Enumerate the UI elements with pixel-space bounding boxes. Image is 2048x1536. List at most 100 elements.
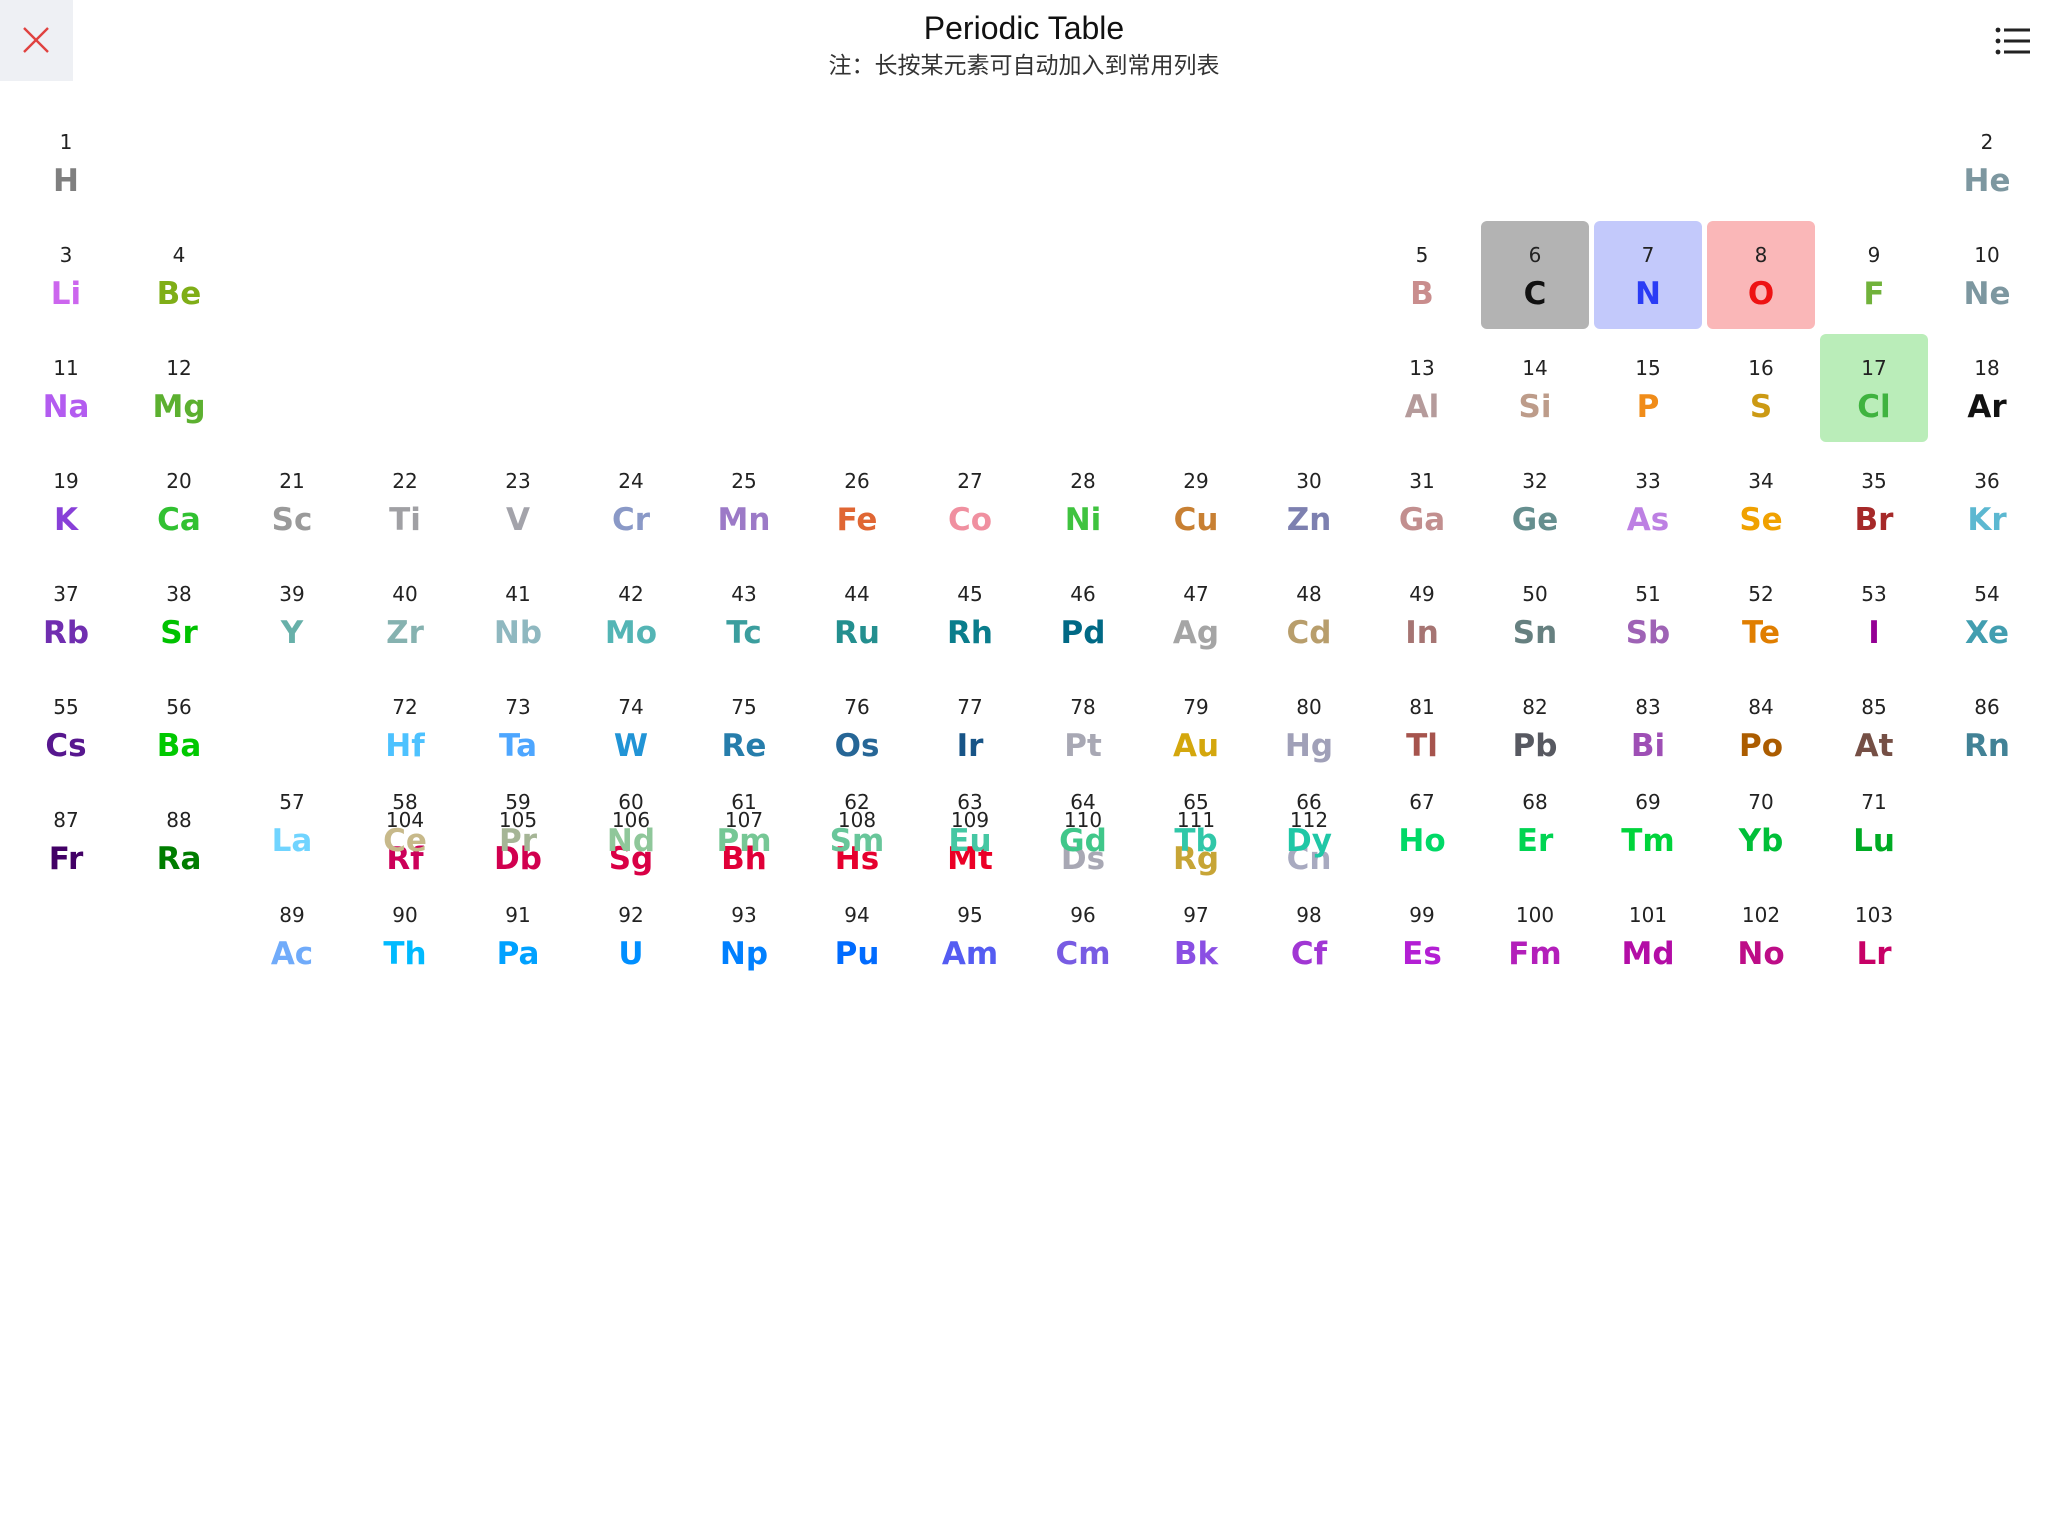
element-cell-hg[interactable]: 80 Hg xyxy=(1255,673,1363,781)
element-cell-y[interactable]: 39 Y xyxy=(238,560,346,668)
element-cell-cf[interactable]: 98 Cf xyxy=(1255,881,1363,989)
element-cell-th[interactable]: 90 Th xyxy=(351,881,459,989)
element-cell-lr[interactable]: 103 Lr xyxy=(1820,881,1928,989)
element-cell-nd[interactable]: 60 Nd xyxy=(577,768,685,876)
element-cell-co[interactable]: 27 Co xyxy=(916,447,1024,555)
element-cell-w[interactable]: 74 W xyxy=(577,673,685,781)
element-cell-zn[interactable]: 30 Zn xyxy=(1255,447,1363,555)
element-cell-nb[interactable]: 41 Nb xyxy=(464,560,572,668)
element-cell-er[interactable]: 68 Er xyxy=(1481,768,1589,876)
element-cell-cd[interactable]: 48 Cd xyxy=(1255,560,1363,668)
element-cell-ge[interactable]: 32 Ge xyxy=(1481,447,1589,555)
element-cell-tm[interactable]: 69 Tm xyxy=(1594,768,1702,876)
element-cell-sc[interactable]: 21 Sc xyxy=(238,447,346,555)
element-cell-zr[interactable]: 40 Zr xyxy=(351,560,459,668)
element-cell-bi[interactable]: 83 Bi xyxy=(1594,673,1702,781)
element-cell-b[interactable]: 5B xyxy=(1368,221,1476,329)
element-cell-p[interactable]: 15 P xyxy=(1594,334,1702,442)
element-cell-tc[interactable]: 43 Tc xyxy=(690,560,798,668)
element-cell-mg[interactable]: 12 Mg xyxy=(125,334,233,442)
element-cell-at[interactable]: 85 At xyxy=(1820,673,1928,781)
element-cell-te[interactable]: 52 Te xyxy=(1707,560,1815,668)
element-cell-sr[interactable]: 38 Sr xyxy=(125,560,233,668)
element-cell-cu[interactable]: 29 Cu xyxy=(1142,447,1250,555)
element-cell-rh[interactable]: 45 Rh xyxy=(916,560,1024,668)
element-cell-kr[interactable]: 36 Kr xyxy=(1933,447,2041,555)
element-cell-os[interactable]: 76 Os xyxy=(803,673,911,781)
element-cell-no[interactable]: 102 No xyxy=(1707,881,1815,989)
element-cell-fr[interactable]: 87 Fr xyxy=(12,786,120,894)
element-cell-dy[interactable]: 66 Dy xyxy=(1255,768,1363,876)
element-cell-am[interactable]: 95 Am xyxy=(916,881,1024,989)
element-cell-md[interactable]: 101 Md xyxy=(1594,881,1702,989)
element-cell-mo[interactable]: 42 Mo xyxy=(577,560,685,668)
element-cell-yb[interactable]: 70 Yb xyxy=(1707,768,1815,876)
element-cell-ac[interactable]: 89 Ac xyxy=(238,881,346,989)
element-cell-ho[interactable]: 67 Ho xyxy=(1368,768,1476,876)
element-cell-np[interactable]: 93 Np xyxy=(690,881,798,989)
element-cell-li[interactable]: 3 Li xyxy=(12,221,120,329)
element-cell-ti[interactable]: 22 Ti xyxy=(351,447,459,555)
element-cell-ag[interactable]: 47 Ag xyxy=(1142,560,1250,668)
element-cell-h[interactable]: 1H xyxy=(12,108,120,216)
element-cell-al[interactable]: 13 Al xyxy=(1368,334,1476,442)
element-cell-ru[interactable]: 44 Ru xyxy=(803,560,911,668)
element-cell-sn[interactable]: 50 Sn xyxy=(1481,560,1589,668)
element-cell-cl[interactable]: 17 Cl xyxy=(1820,334,1928,442)
element-cell-v[interactable]: 23 V xyxy=(464,447,572,555)
element-cell-gd[interactable]: 64 Gd xyxy=(1029,768,1137,876)
element-cell-po[interactable]: 84 Po xyxy=(1707,673,1815,781)
element-cell-ba[interactable]: 56 Ba xyxy=(125,673,233,781)
element-cell-f[interactable]: 9F xyxy=(1820,221,1928,329)
element-cell-o[interactable]: 8O xyxy=(1707,221,1815,329)
element-cell-ne[interactable]: 10 Ne xyxy=(1933,221,2041,329)
element-cell-cs[interactable]: 55 Cs xyxy=(12,673,120,781)
element-cell-s[interactable]: 16 S xyxy=(1707,334,1815,442)
element-cell-cr[interactable]: 24 Cr xyxy=(577,447,685,555)
element-cell-n[interactable]: 7N xyxy=(1594,221,1702,329)
element-cell-ca[interactable]: 20 Ca xyxy=(125,447,233,555)
element-cell-ta[interactable]: 73 Ta xyxy=(464,673,572,781)
element-cell-ar[interactable]: 18 Ar xyxy=(1933,334,2041,442)
element-cell-pt[interactable]: 78 Pt xyxy=(1029,673,1137,781)
element-cell-la[interactable]: 57 La xyxy=(238,768,346,876)
element-cell-re[interactable]: 75 Re xyxy=(690,673,798,781)
element-cell-tb[interactable]: 65 Tb xyxy=(1142,768,1250,876)
element-cell-mn[interactable]: 25 Mn xyxy=(690,447,798,555)
element-cell-cm[interactable]: 96 Cm xyxy=(1029,881,1137,989)
element-cell-br[interactable]: 35 Br xyxy=(1820,447,1928,555)
element-cell-k[interactable]: 19 K xyxy=(12,447,120,555)
element-cell-au[interactable]: 79 Au xyxy=(1142,673,1250,781)
element-cell-sb[interactable]: 51 Sb xyxy=(1594,560,1702,668)
element-cell-lu[interactable]: 71 Lu xyxy=(1820,768,1928,876)
element-cell-se[interactable]: 34 Se xyxy=(1707,447,1815,555)
element-cell-pu[interactable]: 94 Pu xyxy=(803,881,911,989)
element-cell-ra[interactable]: 88 Ra xyxy=(125,786,233,894)
element-cell-pm[interactable]: 61 Pm xyxy=(690,768,798,876)
element-cell-rb[interactable]: 37 Rb xyxy=(12,560,120,668)
element-cell-be[interactable]: 4 Be xyxy=(125,221,233,329)
element-cell-xe[interactable]: 54 Xe xyxy=(1933,560,2041,668)
element-cell-he[interactable]: 2 He xyxy=(1933,108,2041,216)
element-cell-es[interactable]: 99 Es xyxy=(1368,881,1476,989)
element-cell-sm[interactable]: 62 Sm xyxy=(803,768,911,876)
element-cell-rn[interactable]: 86 Rn xyxy=(1933,673,2041,781)
element-cell-eu[interactable]: 63 Eu xyxy=(916,768,1024,876)
element-cell-pd[interactable]: 46 Pd xyxy=(1029,560,1137,668)
element-cell-ni[interactable]: 28 Ni xyxy=(1029,447,1137,555)
element-cell-as[interactable]: 33 As xyxy=(1594,447,1702,555)
element-cell-ga[interactable]: 31 Ga xyxy=(1368,447,1476,555)
element-cell-bk[interactable]: 97 Bk xyxy=(1142,881,1250,989)
element-cell-hf[interactable]: 72 Hf xyxy=(351,673,459,781)
element-cell-fm[interactable]: 100 Fm xyxy=(1481,881,1589,989)
element-cell-u[interactable]: 92 U xyxy=(577,881,685,989)
element-cell-i[interactable]: 53 I xyxy=(1820,560,1928,668)
element-cell-ir[interactable]: 77 Ir xyxy=(916,673,1024,781)
element-cell-pa[interactable]: 91 Pa xyxy=(464,881,572,989)
element-cell-in[interactable]: 49 In xyxy=(1368,560,1476,668)
element-cell-ce[interactable]: 58 Ce xyxy=(351,768,459,876)
element-cell-na[interactable]: 11 Na xyxy=(12,334,120,442)
element-cell-tl[interactable]: 81 Tl xyxy=(1368,673,1476,781)
element-cell-si[interactable]: 14 Si xyxy=(1481,334,1589,442)
element-cell-pb[interactable]: 82 Pb xyxy=(1481,673,1589,781)
